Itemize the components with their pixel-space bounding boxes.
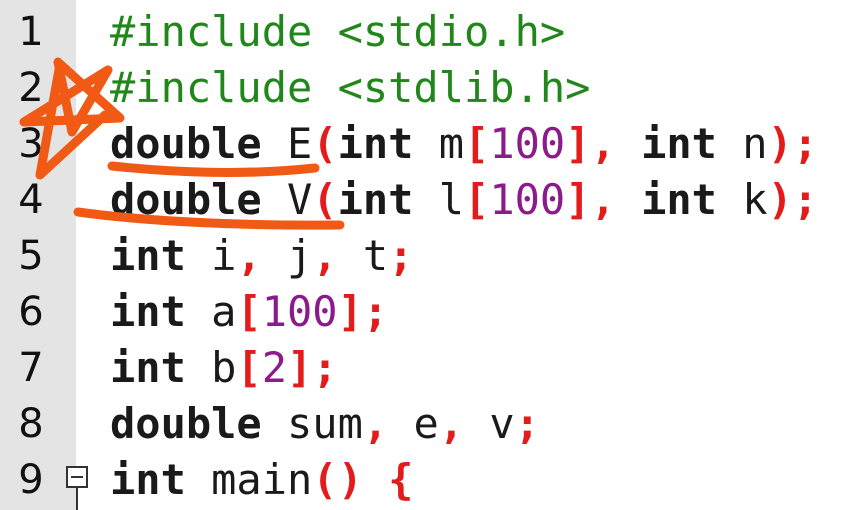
code-token: e	[388, 399, 439, 448]
line-number: 7	[18, 345, 44, 391]
code-token: 100	[489, 175, 566, 224]
code-token: ],	[565, 175, 616, 224]
code-text: #include <stdlib.h>	[110, 60, 590, 116]
code-token: m	[413, 119, 465, 168]
code-line[interactable]: 3 double E(int m[100], int n);	[0, 116, 868, 172]
code-token: ;	[388, 231, 414, 280]
code-token: ,	[362, 399, 389, 448]
code-token: ],	[565, 119, 616, 168]
code-token: int	[110, 231, 186, 280]
code-token: n	[716, 119, 768, 168]
code-token: ()	[312, 455, 363, 504]
code-token: t	[337, 231, 389, 280]
code-token: );	[767, 119, 819, 168]
code-token: ];	[287, 343, 338, 392]
code-token: E	[261, 119, 313, 168]
code-line[interactable]: 8 double sum, e, v;	[0, 396, 868, 452]
code-token: 100	[489, 119, 566, 168]
code-token: 100	[261, 287, 338, 336]
code-token: [	[236, 343, 262, 392]
code-token: k	[716, 175, 768, 224]
code-token: ,	[236, 231, 262, 280]
code-token: {	[388, 455, 414, 504]
code-token: a	[185, 287, 237, 336]
code-token: l	[413, 175, 465, 224]
code-token: j	[261, 231, 313, 280]
code-token: [	[464, 119, 490, 168]
line-number: 1	[18, 9, 44, 55]
code-token: int	[110, 455, 186, 504]
code-token: ,	[438, 399, 465, 448]
line-number: 4	[18, 177, 44, 223]
code-token: b	[185, 343, 237, 392]
code-token: int	[641, 119, 717, 168]
code-token: [	[236, 287, 262, 336]
fold-collapse-icon[interactable]	[66, 466, 88, 488]
code-text: double V(int l[100], int k);	[110, 172, 818, 228]
code-token: int	[110, 343, 186, 392]
code-line[interactable]: 1 #include <stdio.h>	[0, 4, 868, 60]
code-text: int i, j, t;	[110, 228, 413, 284]
code-token: int	[337, 175, 414, 224]
code-token: double	[110, 399, 262, 448]
code-token: #include <stdio.h>	[110, 7, 566, 56]
line-number: 2	[18, 65, 44, 111]
code-line[interactable]: 7 int b[2];	[0, 340, 868, 396]
code-text: #include <stdio.h>	[110, 4, 565, 60]
code-token: i	[185, 231, 237, 280]
line-number: 9	[18, 457, 44, 503]
code-text: double sum, e, v;	[110, 396, 540, 452]
code-token: double	[110, 175, 262, 224]
code-token: V	[261, 175, 313, 224]
line-number: 6	[18, 289, 44, 335]
code-line[interactable]: 2 #include <stdlib.h>	[0, 60, 868, 116]
line-number: 8	[18, 401, 44, 447]
code-text: double E(int m[100], int n);	[110, 116, 818, 172]
code-token: (	[312, 119, 338, 168]
code-token: v	[464, 399, 515, 448]
code-token: 2	[261, 343, 288, 392]
code-line[interactable]: 6 int a[100];	[0, 284, 868, 340]
code-text: int main() {	[110, 452, 413, 508]
code-token: (	[312, 175, 338, 224]
code-token: int	[110, 287, 186, 336]
code-token: ,	[312, 231, 338, 280]
fold-guide-line	[76, 488, 78, 510]
code-line[interactable]: 9 int main() {	[0, 452, 868, 508]
code-token: ;	[514, 399, 540, 448]
code-token: ];	[337, 287, 389, 336]
code-text: int b[2];	[110, 340, 338, 396]
code-token: int	[337, 119, 414, 168]
code-token: main	[185, 455, 313, 504]
code-token: #include <stdlib.h>	[110, 63, 591, 112]
code-token: int	[641, 175, 717, 224]
line-number: 3	[18, 121, 44, 167]
line-number: 5	[18, 233, 44, 279]
code-line[interactable]: 5 int i, j, t;	[0, 228, 868, 284]
code-token: double	[110, 119, 262, 168]
code-token: [	[464, 175, 490, 224]
code-text: int a[100];	[110, 284, 388, 340]
code-token: sum	[261, 399, 363, 448]
code-token: );	[767, 175, 819, 224]
code-line[interactable]: 4 double V(int l[100], int k);	[0, 172, 868, 228]
